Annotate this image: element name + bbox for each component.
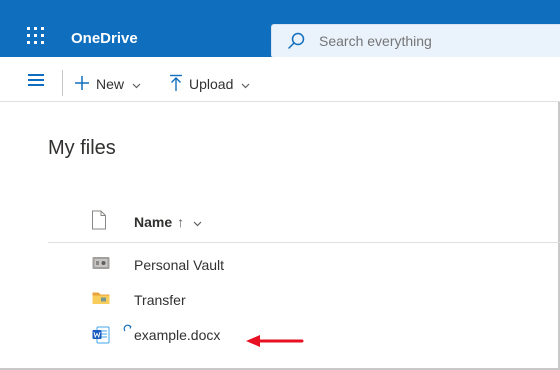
command-bar-divider <box>62 70 63 96</box>
list-item[interactable]: Personal Vault <box>48 248 560 282</box>
red-arrow-annotation <box>246 333 304 354</box>
upload-button-label: Upload <box>189 76 234 92</box>
hamburger-icon[interactable] <box>28 74 44 86</box>
folder-icon <box>92 291 110 310</box>
upload-button[interactable]: Upload <box>169 73 250 95</box>
name-column-header[interactable]: Name ↑ <box>134 214 202 230</box>
name-column-label: Name <box>134 214 173 230</box>
item-name[interactable]: example.docx <box>134 327 220 343</box>
search-icon <box>286 31 306 56</box>
plus-icon <box>74 75 90 94</box>
list-item[interactable]: Transfer <box>48 283 560 317</box>
vault-icon <box>92 256 110 275</box>
chevron-down-icon <box>241 76 250 92</box>
item-name[interactable]: Personal Vault <box>134 257 224 273</box>
upload-icon <box>169 74 183 95</box>
app-launcher-icon[interactable] <box>27 27 45 45</box>
page-title: My files <box>48 137 116 159</box>
list-header: Name ↑ <box>48 202 560 243</box>
chevron-down-icon <box>132 76 141 92</box>
new-button-label: New <box>96 76 125 92</box>
list-item[interactable]: example.docx <box>48 318 560 352</box>
new-button[interactable]: New <box>74 73 141 95</box>
syncing-icon <box>123 321 133 339</box>
word-doc-icon <box>92 326 110 349</box>
sort-ascending-icon: ↑ <box>177 214 185 230</box>
item-name[interactable]: Transfer <box>134 292 186 308</box>
chevron-down-icon[interactable] <box>193 214 202 230</box>
search-box[interactable] <box>271 24 560 58</box>
app-title[interactable]: OneDrive <box>71 30 138 47</box>
file-type-icon[interactable] <box>91 210 107 235</box>
search-input[interactable] <box>317 32 551 50</box>
